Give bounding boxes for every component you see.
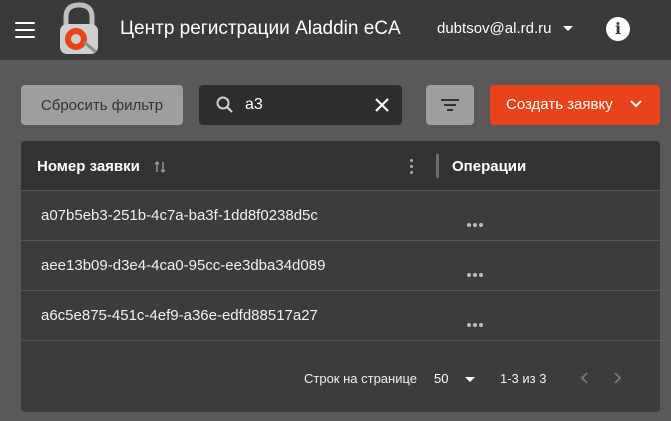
- column-header-operations: Операции: [452, 158, 527, 175]
- create-request-label: Создать заявку: [506, 96, 613, 113]
- request-id: a07b5eb3-251b-4c7a-ba3f-1dd8f0238d5c: [41, 207, 318, 224]
- aladdin-logo: [60, 2, 98, 54]
- rows-per-page-label: Строк на странице: [304, 371, 418, 386]
- info-icon[interactable]: i: [606, 17, 630, 41]
- sort-icon[interactable]: [154, 160, 166, 174]
- reset-filter-button[interactable]: Сбросить фильтр: [21, 85, 183, 125]
- search-field[interactable]: [199, 85, 402, 125]
- close-icon[interactable]: [373, 96, 391, 114]
- filter-toolbar: Сбросить фильтр Создать заявку: [0, 85, 671, 127]
- search-icon: [216, 96, 233, 113]
- table-row[interactable]: a6c5e875-451c-4ef9-a36e-edfd88517a27: [21, 291, 660, 341]
- caret-down-icon[interactable]: [465, 377, 475, 382]
- table-pagination: Строк на странице 50 1-3 из 3: [21, 342, 660, 412]
- requests-table: Номер заявки Операции a07b5eb3-251b-4c7a…: [21, 141, 660, 412]
- search-input[interactable]: [245, 93, 365, 117]
- create-request-button[interactable]: Создать заявку: [490, 85, 660, 125]
- column-menu-icon[interactable]: [406, 158, 416, 176]
- filter-icon: [441, 99, 459, 111]
- request-id: a6c5e875-451c-4ef9-a36e-edfd88517a27: [41, 307, 318, 324]
- column-header-request-number[interactable]: Номер заявки: [37, 158, 140, 175]
- more-actions-icon[interactable]: [467, 264, 485, 277]
- chevron-left-icon[interactable]: [578, 370, 592, 386]
- user-menu[interactable]: dubtsov@al.rd.ru: [437, 20, 574, 37]
- request-id: aee13b09-d3e4-4ca0-95cc-ee3dba34d089: [41, 257, 326, 274]
- filter-button[interactable]: [426, 85, 474, 125]
- more-actions-icon[interactable]: [467, 314, 485, 327]
- user-email: dubtsov@al.rd.ru: [437, 20, 552, 37]
- table-header: Номер заявки Операции: [21, 141, 660, 191]
- chevron-down-icon: [563, 26, 574, 31]
- table-row[interactable]: aee13b09-d3e4-4ca0-95cc-ee3dba34d089: [21, 241, 660, 291]
- table-row[interactable]: a07b5eb3-251b-4c7a-ba3f-1dd8f0238d5c: [21, 191, 660, 241]
- column-separator[interactable]: [436, 154, 439, 178]
- chevron-right-icon[interactable]: [610, 370, 624, 386]
- menu-icon[interactable]: [14, 20, 36, 40]
- top-app-bar: Центр регистрации Aladdin eCA dubtsov@al…: [0, 0, 671, 60]
- app-title: Центр регистрации Aladdin eCA: [120, 18, 401, 39]
- rows-per-page-select[interactable]: 50: [434, 371, 448, 386]
- chevron-down-icon: [630, 100, 642, 108]
- page-range: 1-3 из 3: [500, 371, 547, 386]
- more-actions-icon[interactable]: [467, 214, 485, 227]
